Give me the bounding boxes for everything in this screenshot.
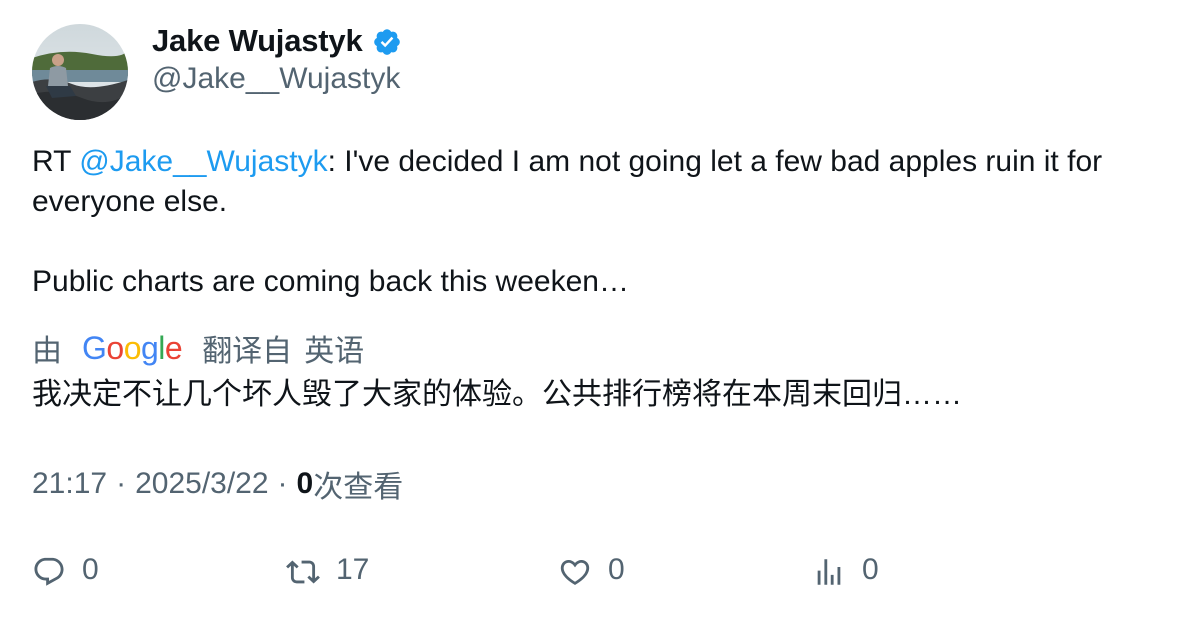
translated-from-label: 翻译自 bbox=[202, 335, 293, 368]
like-count: 0 bbox=[608, 553, 625, 586]
google-logo: Google bbox=[82, 329, 183, 366]
tweet-meta: 21:17 · 2025/3/22 · 0 次查看 bbox=[32, 464, 403, 504]
heart-icon bbox=[560, 559, 590, 585]
retweet-prefix: RT bbox=[32, 145, 80, 178]
translation-attribution: 由 Google 翻译自 英语 bbox=[32, 326, 364, 370]
translated-text: 我决定不让几个坏人毁了大家的体验。公共排行榜将在本周末回归…… bbox=[32, 378, 962, 411]
tweet-time[interactable]: 21:17 bbox=[32, 467, 107, 501]
analytics-icon bbox=[817, 559, 841, 585]
tweet-paragraph-1: RT @Jake__Wujastyk: I've decided I am no… bbox=[32, 142, 1162, 222]
meta-separator: · bbox=[277, 467, 288, 500]
author-name-row[interactable]: Jake Wujastyk bbox=[152, 22, 402, 60]
avatar-photo bbox=[32, 24, 128, 120]
avatar[interactable] bbox=[32, 24, 128, 120]
like-button[interactable]: 0 bbox=[558, 552, 625, 592]
views-button[interactable]: 0 bbox=[812, 552, 879, 592]
retweet-button[interactable]: 17 bbox=[286, 552, 369, 592]
tweet-date[interactable]: 2025/3/22 bbox=[135, 467, 268, 501]
translation-by-label: 由 bbox=[32, 335, 62, 368]
verified-badge-icon bbox=[372, 27, 402, 57]
reply-icon bbox=[34, 557, 64, 586]
tweet-text: RT @Jake__Wujastyk: I've decided I am no… bbox=[32, 142, 1162, 302]
tweet-paragraph-2: Public charts are coming back this weeke… bbox=[32, 265, 629, 298]
mention-link[interactable]: @Jake__Wujastyk bbox=[79, 145, 327, 178]
retweet-icon bbox=[286, 560, 320, 584]
views-label: 次查看 bbox=[313, 471, 404, 504]
views-action-count: 0 bbox=[862, 553, 879, 586]
source-language: 英语 bbox=[304, 335, 365, 368]
author-handle[interactable]: @Jake__Wujastyk bbox=[152, 62, 400, 96]
views-count-bold: 0 bbox=[296, 467, 314, 500]
reply-count: 0 bbox=[82, 553, 99, 586]
author-display-name[interactable]: Jake Wujastyk bbox=[152, 23, 363, 59]
meta-separator: · bbox=[116, 467, 127, 500]
retweet-count: 17 bbox=[336, 553, 370, 586]
reply-button[interactable]: 0 bbox=[32, 552, 99, 592]
